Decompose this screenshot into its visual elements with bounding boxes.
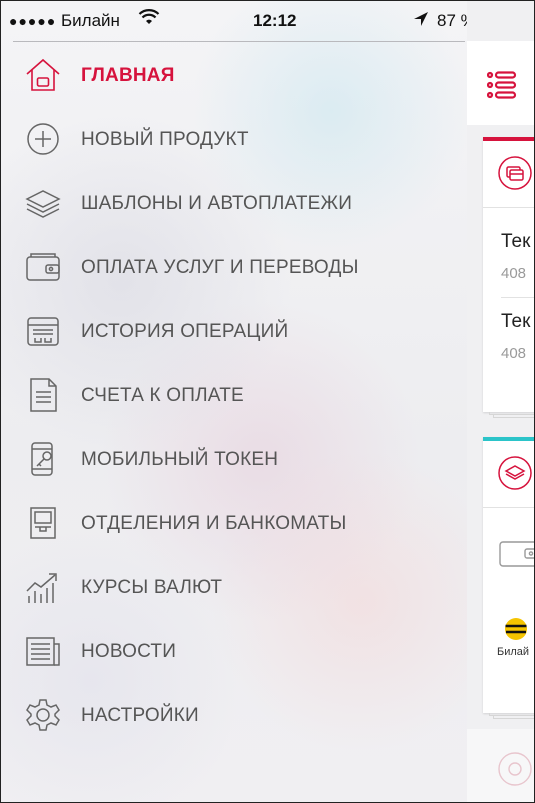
- wifi-icon: [138, 8, 160, 31]
- menu-label: МОБИЛЬНЫЙ ТОКЕН: [81, 449, 279, 470]
- gear-icon: [25, 697, 61, 733]
- menu-label: НОВЫЙ ПРОДУКТ: [81, 129, 249, 150]
- hamburger-menu-icon[interactable]: [486, 71, 517, 104]
- menu-item-news[interactable]: НОВОСТИ: [1, 619, 467, 683]
- menu-label: СЧЕТА К ОПЛАТЕ: [81, 385, 244, 406]
- beeline-label: Билай: [497, 646, 530, 658]
- beeline-logo[interactable]: [504, 617, 528, 646]
- menu-label: ИСТОРИЯ ОПЕРАЦИЙ: [81, 321, 289, 342]
- app-frame: ●●●●● Билайн 12:12 87 % ГЛАВНАЯ НОВЫЙ ПР…: [0, 0, 535, 803]
- menu-item-home[interactable]: ГЛАВНАЯ: [1, 43, 467, 107]
- menu-item-branches[interactable]: ОТДЕЛЕНИЯ И БАНКОМАТЫ: [1, 491, 467, 555]
- receipt-icon: [25, 313, 61, 349]
- menu-item-payments[interactable]: ОПЛАТА УСЛУГ И ПЕРЕВОДЫ: [1, 235, 467, 299]
- account-number: 408: [501, 345, 527, 362]
- card-divider: [483, 507, 534, 508]
- menu-label: НАСТРОЙКИ: [81, 705, 199, 726]
- menu-label: КУРСЫ ВАЛЮТ: [81, 577, 223, 598]
- bottom-card-peek: [467, 729, 534, 802]
- status-bar: ●●●●● Билайн 12:12 87 %: [1, 1, 534, 41]
- layers-icon: [497, 455, 533, 491]
- main-content-peek[interactable]: Тек 408 Тек 408 Билай: [467, 1, 534, 802]
- document-icon: [25, 377, 61, 413]
- menu-label: ОТДЕЛЕНИЯ И БАНКОМАТЫ: [81, 513, 347, 534]
- layers-icon: [25, 185, 61, 221]
- templates-card[interactable]: Билай: [483, 437, 534, 713]
- menu-item-mobile-token[interactable]: МОБИЛЬНЫЙ ТОКЕН: [1, 427, 467, 491]
- atm-icon: [25, 505, 61, 541]
- newspaper-icon: [25, 633, 61, 669]
- top-bar: [467, 41, 534, 125]
- card-divider: [483, 207, 534, 208]
- phone-key-icon: [25, 441, 61, 477]
- plus-circle-icon: [25, 121, 61, 157]
- row-divider: [501, 297, 534, 298]
- chart-growth-icon: [25, 569, 61, 605]
- clock: 12:12: [253, 11, 297, 30]
- wallet-icon[interactable]: [499, 539, 534, 574]
- home-icon: [25, 57, 61, 93]
- menu-label: НОВОСТИ: [81, 641, 177, 662]
- carrier-name: Билайн: [61, 11, 120, 30]
- menu-item-history[interactable]: ИСТОРИЯ ОПЕРАЦИЙ: [1, 299, 467, 363]
- card-stack-edge: [493, 716, 534, 719]
- signal-strength: ●●●●●: [9, 13, 57, 29]
- account-name: Тек: [501, 231, 531, 252]
- wallet-icon: [25, 249, 61, 285]
- cards-icon: [497, 155, 533, 191]
- menu-label: ОПЛАТА УСЛУГ И ПЕРЕВОДЫ: [81, 257, 359, 278]
- menu-item-rates[interactable]: КУРСЫ ВАЛЮТ: [1, 555, 467, 619]
- menu-item-templates[interactable]: ШАБЛОНЫ И АВТОПЛАТЕЖИ: [1, 171, 467, 235]
- status-divider: [13, 41, 465, 42]
- card-stack-edge: [493, 415, 534, 418]
- menu-label: ГЛАВНАЯ: [81, 65, 175, 86]
- menu-item-invoices[interactable]: СЧЕТА К ОПЛАТЕ: [1, 363, 467, 427]
- account-number: 408: [501, 265, 527, 282]
- menu-item-new-product[interactable]: НОВЫЙ ПРОДУКТ: [1, 107, 467, 171]
- menu-label: ШАБЛОНЫ И АВТОПЛАТЕЖИ: [81, 193, 353, 214]
- location-arrow-icon: [413, 10, 429, 33]
- accounts-card[interactable]: Тек 408 Тек 408: [483, 137, 534, 412]
- account-name: Тек: [501, 311, 531, 332]
- menu-item-settings[interactable]: НАСТРОЙКИ: [1, 683, 467, 747]
